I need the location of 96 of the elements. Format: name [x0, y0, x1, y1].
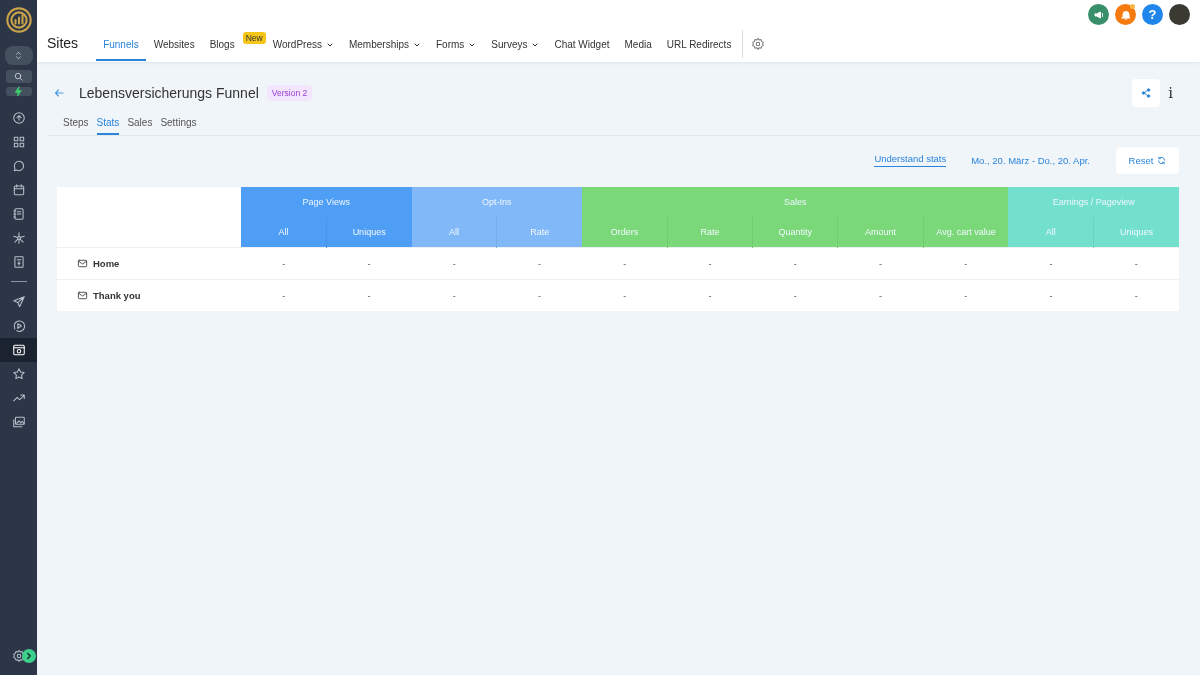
- table-cell: -: [582, 247, 668, 280]
- browser-icon: [11, 343, 26, 357]
- nav-tab[interactable]: URL Redirects: [659, 30, 739, 59]
- avatar[interactable]: [1169, 4, 1190, 25]
- version-badge: Version 2: [266, 85, 313, 101]
- settings-icon[interactable]: [11, 649, 26, 663]
- nav-tab[interactable]: Media: [617, 30, 659, 59]
- star-icon: [11, 367, 26, 381]
- chat-icon: [11, 159, 26, 173]
- bell-icon: [1119, 8, 1132, 21]
- search-button[interactable]: [5, 70, 32, 83]
- column-group-header: Page Views: [241, 187, 412, 217]
- column-header: Uniques: [1093, 217, 1179, 248]
- new-badge: New: [242, 32, 266, 44]
- table-cell: -: [241, 247, 327, 280]
- megaphone-icon: [1092, 8, 1105, 21]
- envelope-icon: [77, 290, 88, 301]
- table-cell: -: [582, 279, 668, 311]
- notification-dot: [1130, 4, 1135, 9]
- column-header: Quantity: [752, 217, 838, 248]
- nav-tab[interactable]: Memberships: [341, 30, 428, 59]
- table-cell: -: [923, 247, 1009, 280]
- grid-icon: [11, 135, 26, 149]
- table-cell: -: [411, 247, 497, 280]
- announcement-button[interactable]: [1088, 4, 1109, 25]
- table-cell: -: [496, 279, 583, 311]
- share-button[interactable]: [1132, 79, 1161, 107]
- date-range-picker[interactable]: Mo., 20. März - Do., 20. Apr.: [971, 154, 1090, 166]
- trend-icon: [11, 391, 26, 405]
- share-icon: [1140, 87, 1153, 99]
- lightning-icon: [13, 86, 24, 97]
- send-icon: [11, 295, 26, 309]
- nav-tab[interactable]: Funnels: [96, 30, 146, 61]
- step-name: Thank you: [93, 290, 141, 301]
- nav-tab[interactable]: Websites: [146, 30, 202, 59]
- refresh-icon: [1157, 155, 1167, 165]
- column-header: All: [1008, 217, 1094, 248]
- column-group-header: Sales: [582, 187, 1009, 217]
- column-header: All: [241, 217, 327, 248]
- table-cell: -: [837, 279, 924, 311]
- chevrons-icon: [13, 50, 24, 61]
- help-button[interactable]: ?: [1142, 4, 1163, 25]
- logo-icon[interactable]: [4, 6, 33, 34]
- table-cell: -: [411, 279, 497, 311]
- column-header: Avg. cart value: [923, 217, 1009, 248]
- document-icon: [11, 255, 26, 269]
- table-cell: -: [326, 279, 412, 311]
- table-cell: -: [752, 247, 838, 280]
- column-header: All: [411, 217, 497, 248]
- table-cell: -: [752, 279, 838, 311]
- quick-action-button[interactable]: [5, 87, 32, 96]
- info-button[interactable]: i: [1168, 84, 1173, 102]
- table-cell: -: [837, 247, 924, 280]
- nav-tab[interactable]: Surveys: [484, 30, 547, 59]
- column-header: Orders: [582, 217, 668, 248]
- page-title: Sites: [47, 35, 79, 51]
- table-cell: -: [496, 247, 583, 280]
- nav-tab[interactable]: WordPress: [265, 30, 341, 59]
- table-cell: -: [1093, 247, 1179, 280]
- table-cell: -: [326, 247, 412, 280]
- step-name: Home: [93, 258, 120, 269]
- table-cell: -: [923, 279, 1009, 311]
- expand-button[interactable]: [21, 649, 36, 663]
- upload-icon: [11, 111, 26, 125]
- table-cell: -: [667, 279, 753, 311]
- reset-button[interactable]: Reset: [1116, 146, 1179, 174]
- funnel-tab[interactable]: Settings: [160, 112, 197, 135]
- envelope-icon: [77, 258, 88, 269]
- nav-tab[interactable]: Chat Widget: [547, 30, 617, 59]
- calendar-icon: [11, 183, 26, 197]
- table-cell: -: [1008, 279, 1094, 311]
- images-icon: [11, 415, 26, 429]
- column-header: Rate: [496, 217, 583, 248]
- understand-stats-link[interactable]: Understand stats: [874, 153, 947, 167]
- play-icon: [11, 319, 26, 333]
- search-icon: [13, 71, 24, 82]
- column-header: Uniques: [326, 217, 412, 248]
- funnel-tab[interactable]: Steps: [63, 112, 89, 135]
- column-header: Amount: [837, 217, 924, 248]
- funnel-title: Lebensversicherungs Funnel: [79, 85, 259, 101]
- funnel-tab[interactable]: Sales: [127, 112, 153, 135]
- funnel-tab[interactable]: Stats: [96, 112, 120, 135]
- column-group-header: Earnings / Pageview: [1008, 187, 1179, 217]
- settings-icon[interactable]: [751, 37, 766, 51]
- column-group-header: Opt-Ins: [411, 187, 583, 217]
- contact-book-icon: [11, 207, 26, 221]
- notifications-button[interactable]: [1115, 4, 1136, 25]
- table-cell: -: [667, 247, 753, 280]
- table-cell: -: [241, 279, 327, 311]
- nav-tab[interactable]: Forms: [429, 30, 484, 59]
- sidebar-item[interactable]: [0, 338, 37, 362]
- account-switcher[interactable]: [4, 46, 33, 65]
- table-cell: -: [1008, 247, 1094, 280]
- column-header: Rate: [667, 217, 753, 248]
- network-icon: [11, 231, 26, 245]
- table-cell: -: [1093, 279, 1179, 311]
